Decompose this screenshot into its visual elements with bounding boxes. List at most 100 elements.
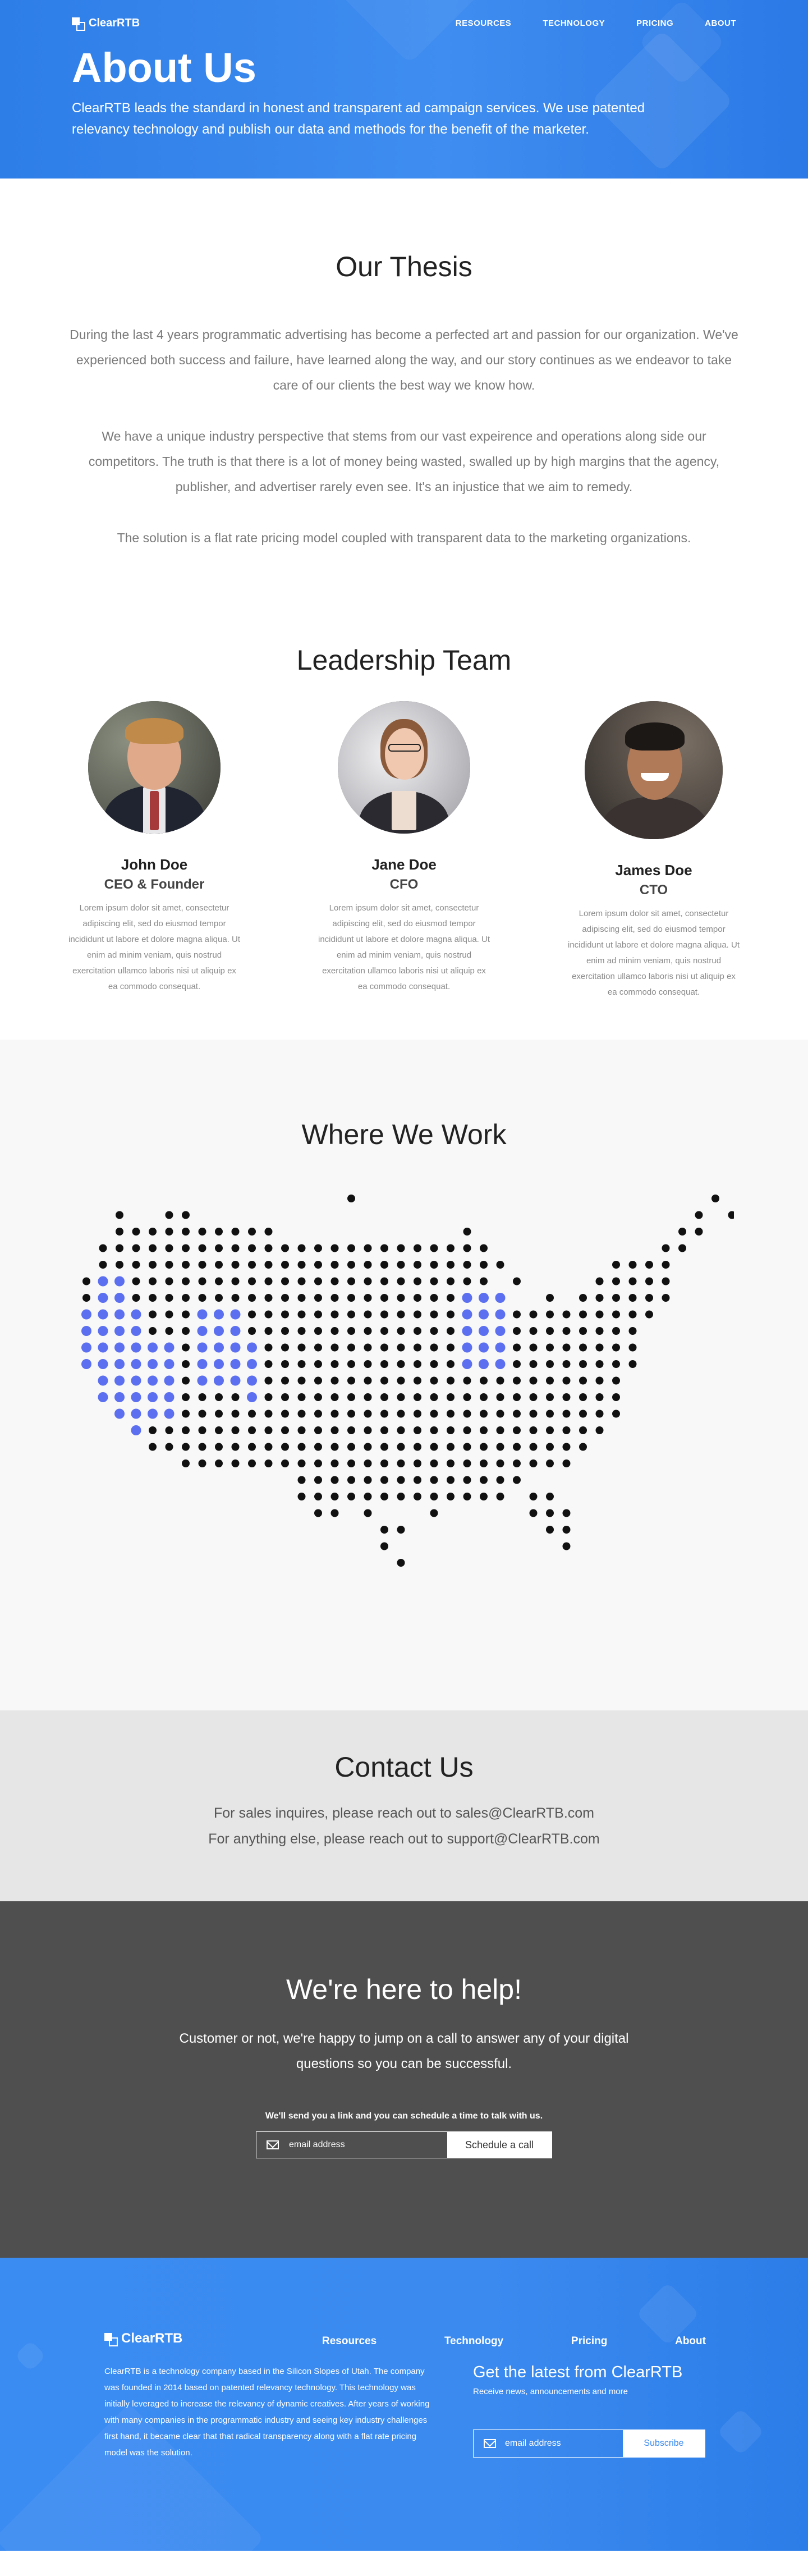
map-dot [430,1327,438,1335]
map-dot [198,1443,206,1451]
map-dot [397,1310,405,1319]
map-dot-highlighted [214,1375,224,1386]
map-dot-highlighted [164,1342,175,1353]
map-dot [397,1443,405,1451]
schedule-email-field[interactable]: email address [256,2132,447,2158]
map-dot [463,1476,471,1484]
map-dot [562,1410,571,1418]
map-dot [414,1294,421,1302]
map-dot-highlighted [247,1392,257,1402]
map-dot-highlighted [98,1342,108,1353]
map-dot [182,1360,190,1368]
map-dot [546,1493,554,1500]
map-dot [397,1277,405,1285]
map-dot [645,1261,653,1269]
map-dot [595,1426,604,1434]
map-dot [116,1261,123,1269]
map-dot [546,1310,554,1319]
contact-sales: For sales inquires, please reach out to … [214,1805,594,1821]
map-dot [513,1327,521,1335]
map-dot [414,1393,421,1401]
subscribe-button[interactable]: Subscribe [623,2430,705,2457]
footer-links: Resources Technology Pricing About [322,2335,706,2348]
map-dot [149,1426,157,1434]
map-dot [579,1343,587,1352]
footer-link-pricing[interactable]: Pricing [571,2335,607,2348]
footer-link-about[interactable]: About [675,2335,706,2348]
map-dot-highlighted [495,1326,506,1336]
map-dot [678,1228,686,1236]
footer: ClearRTB Resources Technology Pricing Ab… [0,2258,808,2551]
map-dot [314,1360,322,1368]
newsletter-email-placeholder: email address [505,2438,561,2448]
map-dot [165,1426,173,1434]
map-dot [380,1360,388,1368]
map-dot [165,1228,173,1236]
map-dot [579,1310,587,1319]
map-dot [380,1244,388,1252]
map-dot [480,1261,488,1269]
footer-logo[interactable]: ClearRTB [104,2331,182,2346]
map-dot [248,1294,256,1302]
contact-support: For anything else, please reach out to s… [208,1831,600,1847]
map-dot-highlighted [164,1408,175,1419]
map-dot [330,1261,339,1269]
map-dot [447,1493,454,1500]
map-dot [347,1410,355,1418]
map-dot [546,1410,554,1418]
map-dot [198,1459,206,1467]
map-dot-highlighted [230,1375,241,1386]
map-dot [612,1376,620,1385]
map-dot [430,1509,438,1517]
schedule-form: email address Schedule a call [256,2131,552,2158]
brand-logo[interactable]: ClearRTB [72,17,140,31]
map-dot [347,1476,355,1484]
map-dot [430,1244,438,1252]
map-dot [347,1327,355,1335]
map-dot-highlighted [98,1293,108,1303]
map-dot [314,1310,322,1319]
schedule-call-button[interactable]: Schedule a call [447,2132,552,2158]
thesis-paragraph: We have a unique industry perspective th… [88,429,720,494]
map-dot [182,1376,190,1385]
nav-pricing[interactable]: PRICING [636,19,673,28]
map-dot [281,1443,289,1451]
map-dot [463,1410,471,1418]
map-dot [297,1244,306,1252]
map-dot-highlighted [131,1392,141,1402]
map-dot [297,1327,306,1335]
newsletter-email-field[interactable]: email address [474,2430,623,2457]
map-dot [496,1261,504,1269]
map-dot [248,1310,256,1319]
map-dot [347,1261,355,1269]
map-dot [546,1459,554,1467]
nav-about[interactable]: ABOUT [705,19,736,28]
footer-link-resources[interactable]: Resources [322,2335,377,2348]
map-dot [297,1459,306,1467]
map-dot-highlighted [114,1293,125,1303]
map-dot [297,1261,306,1269]
nav-technology[interactable]: TECHNOLOGY [543,19,605,28]
map-dot-highlighted [131,1408,141,1419]
map-dot [281,1410,289,1418]
map-dot [314,1393,322,1401]
map-dot [529,1410,538,1418]
map-dot [414,1426,421,1434]
map-dot [414,1277,421,1285]
map-dot [364,1476,372,1484]
map-dot [248,1228,256,1236]
nav-resources[interactable]: RESOURCES [456,19,512,28]
map-dot [198,1228,206,1236]
map-dot [281,1327,289,1335]
map-dot [281,1360,289,1368]
us-dot-map [75,1187,736,1636]
map-dot [496,1459,504,1467]
map-dot [513,1343,521,1352]
map-dot [380,1294,388,1302]
map-dot [447,1327,454,1335]
map-dot [132,1294,140,1302]
map-dot [529,1459,538,1467]
footer-link-technology[interactable]: Technology [444,2335,503,2348]
map-dot [447,1343,454,1352]
map-dot-highlighted [81,1359,91,1369]
